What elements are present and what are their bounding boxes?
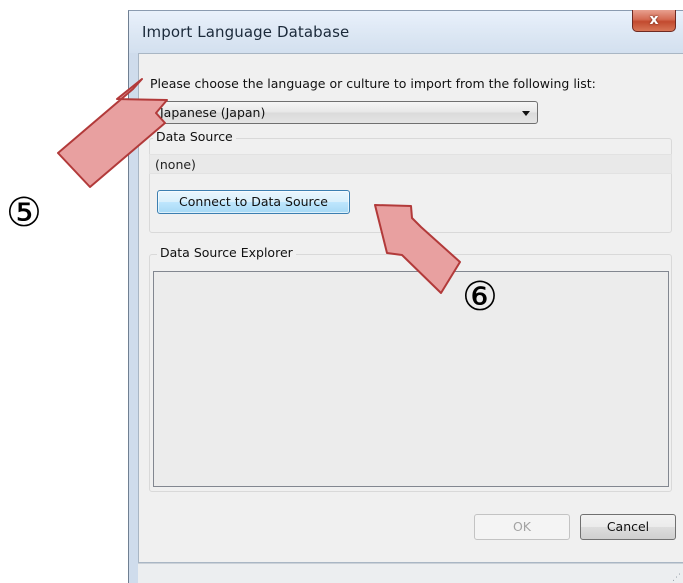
- annotation-arrow-5: [57, 78, 168, 188]
- annotation-overlay: [57, 78, 461, 294]
- step-5-label: ⑤: [6, 190, 42, 236]
- step-6-label: ⑥: [462, 274, 498, 320]
- screenshot-stage: Import Language Database x Please choose…: [0, 0, 683, 583]
- annotation-arrow-6: [374, 204, 461, 294]
